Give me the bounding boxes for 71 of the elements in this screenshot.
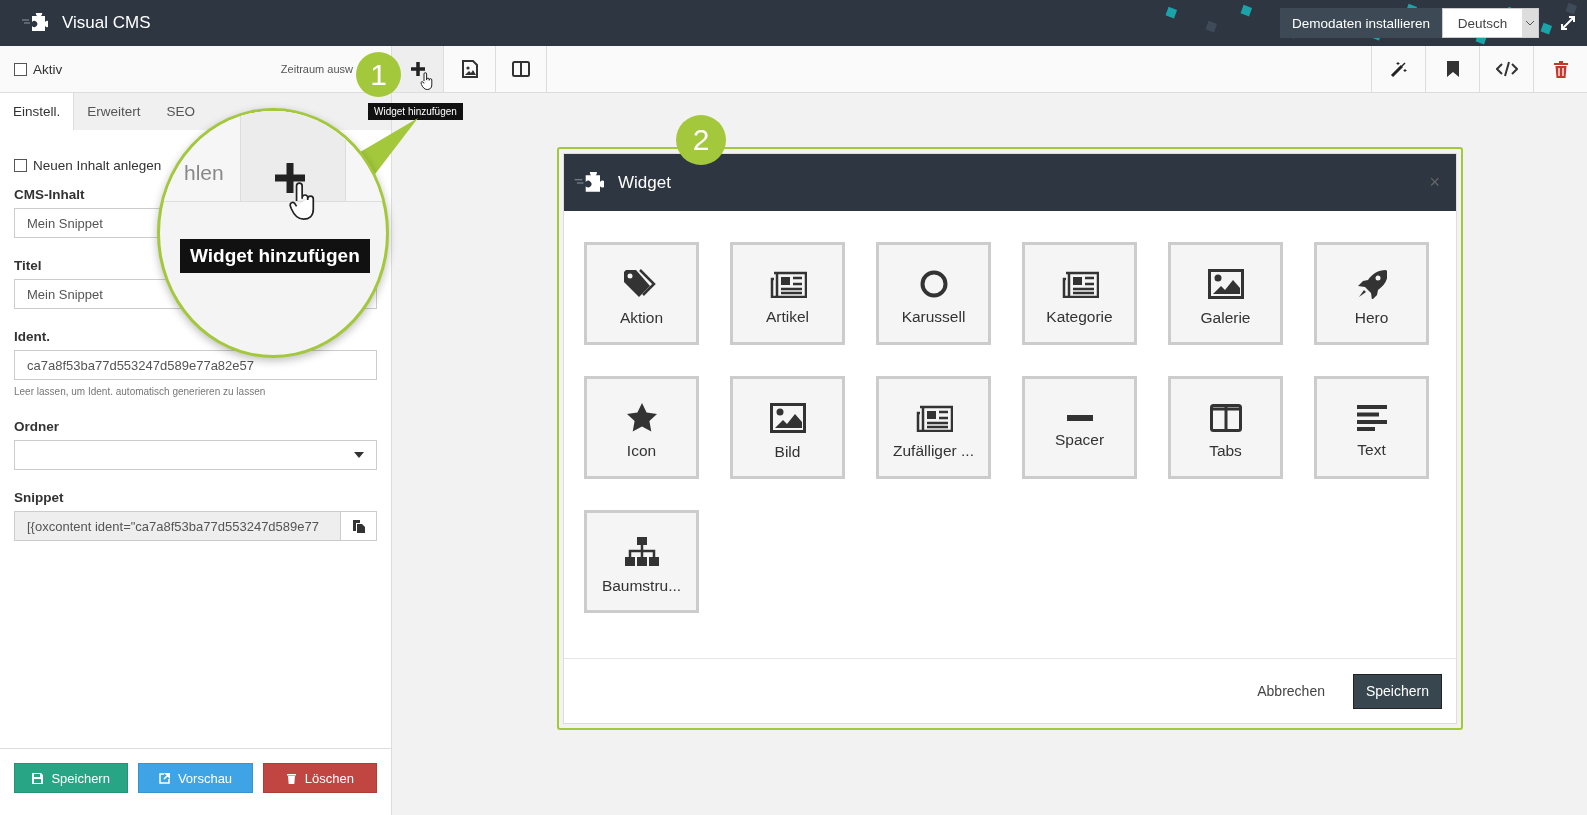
period-label[interactable]: Zeitraum ausw bbox=[280, 63, 353, 75]
widget-tile[interactable]: Icon bbox=[584, 376, 699, 479]
bookmark-icon bbox=[1446, 61, 1459, 77]
new-content-label: Neuen Inhalt anlegen bbox=[33, 158, 162, 173]
demo-data-button[interactable]: Demodaten installieren bbox=[1279, 8, 1442, 38]
active-checkbox[interactable] bbox=[14, 62, 27, 76]
cancel-button[interactable]: Abbrechen bbox=[1251, 682, 1331, 700]
widget-tile[interactable]: Baumstru... bbox=[584, 510, 699, 613]
puzzle-logo-icon bbox=[22, 13, 48, 33]
newspaper-icon bbox=[914, 403, 953, 432]
plus-icon bbox=[273, 161, 307, 195]
widget-tile[interactable]: Aktion bbox=[584, 242, 699, 345]
caret-down-icon bbox=[354, 452, 364, 458]
active-label: Aktiv bbox=[33, 61, 63, 77]
help-text: Leer lassen, um Ident. automatisch generieren zu lassen bbox=[14, 386, 267, 397]
magic-wand-icon bbox=[1389, 60, 1408, 78]
circle-icon bbox=[919, 269, 948, 298]
plus-icon bbox=[409, 61, 426, 77]
widget-tile[interactable]: Spacer bbox=[1022, 376, 1137, 479]
columns-button[interactable] bbox=[495, 46, 547, 92]
trash-icon bbox=[285, 772, 297, 784]
columns-icon bbox=[1209, 403, 1242, 432]
puzzle-logo-icon bbox=[574, 171, 604, 194]
add-widget-button[interactable] bbox=[391, 46, 443, 92]
dialog-title: Widget bbox=[618, 172, 671, 193]
floppy-icon bbox=[32, 772, 44, 784]
field-label: CMS-Inhalt bbox=[14, 187, 86, 202]
field-label: Ordner bbox=[14, 419, 60, 434]
step-badge: 2 bbox=[676, 115, 726, 165]
newspaper-icon bbox=[768, 269, 807, 298]
minus-icon bbox=[1066, 414, 1093, 421]
star-icon bbox=[626, 403, 657, 432]
widget-tile[interactable]: Text bbox=[1314, 376, 1429, 479]
widget-tile[interactable]: Galerie bbox=[1168, 242, 1283, 345]
widget-tile[interactable]: Tabs bbox=[1168, 376, 1283, 479]
save-button[interactable]: Speichern bbox=[1352, 673, 1442, 709]
snippet-field[interactable]: [{oxcontent ident="ca7a8f53ba77d553247d589e77 bbox=[14, 511, 341, 541]
field-label: Titel bbox=[14, 258, 43, 273]
magnified-tooltip: Widget hinzufügen bbox=[180, 239, 370, 273]
field-label: Snippet bbox=[14, 490, 65, 505]
newspaper-icon bbox=[1060, 269, 1099, 298]
field-label: Ident. bbox=[14, 329, 51, 344]
image-icon bbox=[769, 402, 806, 433]
sitemap-icon bbox=[624, 536, 659, 567]
trash-icon bbox=[1553, 60, 1568, 78]
app-title: Visual CMS bbox=[62, 13, 151, 33]
tab[interactable]: Erweitert bbox=[74, 93, 154, 130]
rocket-icon bbox=[1356, 268, 1387, 299]
copy-button[interactable] bbox=[341, 511, 377, 541]
magnified-label: hlen bbox=[184, 161, 224, 185]
widget-tile[interactable]: Kategorie bbox=[1022, 242, 1137, 345]
widget-tile[interactable]: Artikel bbox=[730, 242, 845, 345]
image-file-icon bbox=[461, 60, 478, 78]
chevron-down-icon bbox=[1526, 20, 1534, 26]
copy-icon bbox=[352, 519, 365, 533]
expand-icon[interactable] bbox=[1561, 16, 1575, 30]
hand-cursor-icon bbox=[420, 72, 434, 90]
external-link-icon bbox=[158, 772, 170, 784]
code-icon bbox=[1495, 61, 1518, 77]
columns-icon bbox=[512, 61, 530, 77]
widget-tile[interactable]: Bild bbox=[730, 376, 845, 479]
align-left-icon bbox=[1356, 404, 1387, 431]
language-select[interactable]: Deutsch bbox=[1442, 8, 1539, 38]
image-icon bbox=[1207, 268, 1244, 299]
widget-tile[interactable]: Karussell bbox=[876, 242, 991, 345]
tab[interactable]: Einstell. bbox=[0, 93, 75, 130]
tooltip: Widget hinzufügen bbox=[368, 103, 463, 120]
action-button[interactable]: Löschen bbox=[262, 763, 377, 793]
new-content-checkbox[interactable] bbox=[14, 159, 27, 172]
widget-tile[interactable]: Zufälliger ... bbox=[876, 376, 991, 479]
widget-tile[interactable]: Hero bbox=[1314, 242, 1429, 345]
